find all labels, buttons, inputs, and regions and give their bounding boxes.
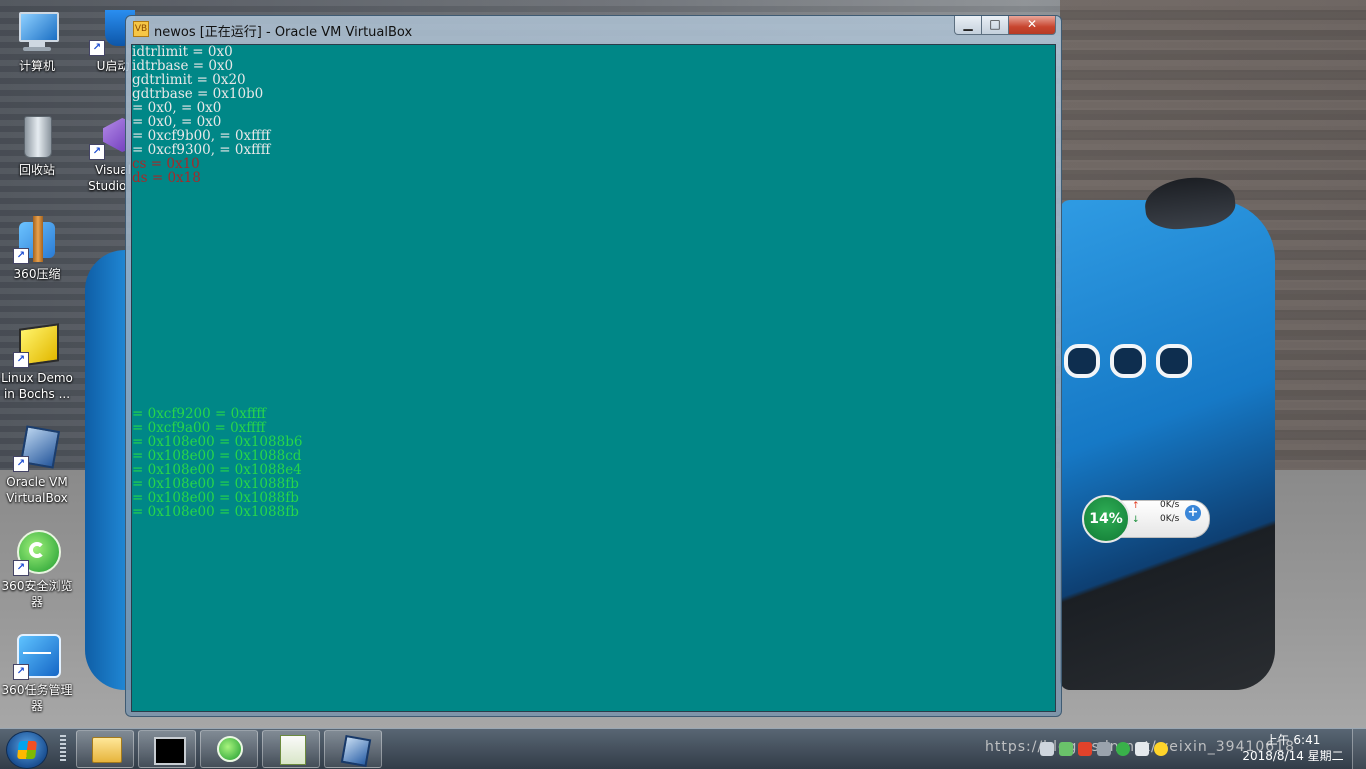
vm-output-line: = 0x0, = 0x0: [132, 114, 222, 130]
taskbar-file-explorer[interactable]: [76, 730, 134, 768]
shortcut-arrow-icon: ↗: [89, 40, 105, 56]
download-speed: 0K/s: [1160, 514, 1180, 524]
maximize-button[interactable]: □: [981, 16, 1009, 35]
desktop-icon-recycle-bin[interactable]: 回收站: [0, 112, 74, 178]
360-browser-icon: ↗: [13, 528, 61, 576]
cpu-usage-badge[interactable]: 14%: [1082, 495, 1130, 543]
system-clock[interactable]: 上午 6:41 2018/8/14 星期二: [1238, 732, 1348, 764]
notepad-icon: [280, 735, 306, 765]
vm-output-line: ds = 0x18: [132, 170, 201, 186]
bochs-icon: ↗: [13, 320, 61, 368]
shortcut-arrow-icon: ↗: [13, 352, 29, 368]
vm-output-line: = 0xcf9200 = 0xffff: [132, 406, 266, 422]
recycle-bin-icon: [13, 112, 61, 160]
terminal-icon: [154, 737, 186, 765]
360zip-icon: ↗: [13, 216, 61, 264]
upload-arrow-icon: ↑: [1132, 501, 1140, 511]
taskbar-command-prompt[interactable]: [138, 730, 196, 768]
folder-icon: [92, 737, 122, 763]
signal-icon[interactable]: [1097, 742, 1111, 756]
sogou-input-icon[interactable]: [1078, 742, 1092, 756]
desktop-icon-label: Oracle VM VirtualBox: [6, 475, 68, 505]
desktop-icon-label: Linux Demo in Bochs ...: [1, 371, 73, 401]
vm-output-line: = 0x0, = 0x0: [132, 100, 222, 116]
vm-screen[interactable]: idtrlimit = 0x0 idtrbase = 0x0 gdtrlimit…: [131, 44, 1056, 712]
360-task-manager-icon: ↗: [13, 632, 61, 680]
show-desktop-button[interactable]: [1352, 729, 1366, 769]
device-icon[interactable]: [1135, 742, 1149, 756]
taskbar-notepad-plus-plus[interactable]: [262, 730, 320, 768]
vm-output-green: = 0xcf9200 = 0xffff = 0xcf9a00 = 0xffff …: [132, 407, 302, 519]
wallpaper-car-right: [1060, 200, 1275, 690]
360-browser-icon: [217, 736, 243, 762]
360-guard-icon[interactable]: [1116, 742, 1130, 756]
chat-icon[interactable]: [1059, 742, 1073, 756]
vm-output-line: = 0x108e00 = 0x1088b6: [132, 434, 303, 450]
desktop-icon-virtualbox[interactable]: ↗ Oracle VM VirtualBox: [0, 424, 74, 506]
shortcut-arrow-icon: ↗: [13, 664, 29, 680]
update-icon[interactable]: [1154, 742, 1168, 756]
desktop-icon-computer[interactable]: 计算机: [0, 8, 74, 74]
desktop-icon-label: 360安全浏览器: [1, 579, 73, 609]
vm-output-white: idtrlimit = 0x0 idtrbase = 0x0 gdtrlimit…: [132, 45, 270, 185]
computer-icon: [13, 8, 61, 56]
vm-output-line: = 0xcf9b00, = 0xffff: [132, 128, 271, 144]
vm-output-line: gdtrlimit = 0x20: [132, 72, 246, 88]
close-button[interactable]: ✕: [1008, 16, 1056, 35]
desktop: 计算机 回收站 ↗ 360压缩 ↗ Linux Demo in Bochs ..…: [0, 0, 1366, 728]
download-arrow-icon: ↓: [1132, 515, 1140, 525]
clock-date: 2018/8/14 星期二: [1242, 749, 1344, 763]
taskbar: https://blog.csdn.net/weixin_39410618 上午…: [0, 728, 1366, 769]
window-title: newos [正在运行] - Oracle VM VirtualBox: [154, 25, 413, 40]
windows-logo-icon: [17, 741, 37, 759]
network-speed-widget[interactable]: 14% ↑ ↓ 0K/s 0K/s +: [1082, 495, 1210, 543]
shortcut-arrow-icon: ↗: [13, 248, 29, 264]
desktop-icon-label: 计算机: [18, 59, 55, 73]
system-tray: [1040, 741, 1173, 760]
clock-time: 上午 6:41: [1265, 733, 1321, 747]
network-icon[interactable]: [1040, 742, 1054, 756]
shortcut-arrow-icon: ↗: [89, 144, 105, 160]
desktop-icon-label: 360压缩: [13, 267, 61, 281]
desktop-icon-label: 360任务管理器: [1, 683, 73, 713]
upload-speed: 0K/s: [1160, 500, 1180, 510]
vm-output-line: = 0x108e00 = 0x1088fb: [132, 504, 299, 520]
vm-output-line: = 0x108e00 = 0x1088fb: [132, 476, 299, 492]
vm-output-line: = 0xcf9a00 = 0xffff: [132, 420, 266, 436]
vm-output-line: idtrlimit = 0x0: [132, 44, 233, 60]
desktop-icon-label: 回收站: [18, 163, 55, 177]
desktop-icon-360-browser[interactable]: ↗ 360安全浏览器: [0, 528, 74, 610]
desktop-icon-360-task-manager[interactable]: ↗ 360任务管理器: [0, 632, 74, 714]
taskbar-360-browser[interactable]: [200, 730, 258, 768]
start-button[interactable]: [6, 731, 48, 769]
desktop-icon-linux-demo-bochs[interactable]: ↗ Linux Demo in Bochs ...: [0, 320, 74, 402]
taskbar-grip[interactable]: [60, 735, 66, 763]
vm-output-line: = 0x108e00 = 0x1088e4: [132, 462, 302, 478]
vm-output-line: idtrbase = 0x0: [132, 58, 234, 74]
vm-output-line: = 0x108e00 = 0x1088fb: [132, 490, 299, 506]
virtualbox-icon: [340, 734, 372, 768]
wallpaper-headlights: [1064, 344, 1204, 384]
shortcut-arrow-icon: ↗: [13, 560, 29, 576]
virtualbox-icon: ↗: [13, 424, 61, 472]
vm-output-line: = 0xcf9300, = 0xffff: [132, 142, 271, 158]
shortcut-arrow-icon: ↗: [13, 456, 29, 472]
virtualbox-app-icon: VB: [133, 21, 149, 37]
minimize-button[interactable]: ▁: [954, 16, 982, 35]
vm-output-line: gdtrbase = 0x10b0: [132, 86, 264, 102]
virtualbox-vm-window[interactable]: VB newos [正在运行] - Oracle VM VirtualBox ▁…: [125, 15, 1062, 717]
add-icon[interactable]: +: [1185, 505, 1201, 521]
vm-output-line: = 0x108e00 = 0x1088cd: [132, 448, 302, 464]
vm-output-line: cs = 0x10: [132, 156, 200, 172]
window-titlebar[interactable]: VB newos [正在运行] - Oracle VM VirtualBox ▁…: [126, 16, 1061, 42]
taskbar-virtualbox[interactable]: [324, 730, 382, 768]
desktop-icon-360zip[interactable]: ↗ 360压缩: [0, 216, 74, 282]
